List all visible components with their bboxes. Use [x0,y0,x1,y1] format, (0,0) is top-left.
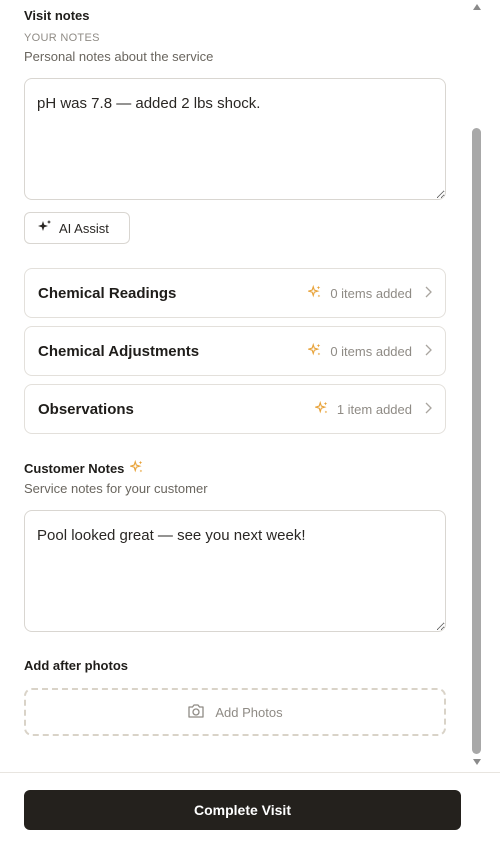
section-observations[interactable]: Observations 1 item added [24,384,446,434]
visit-notes-title: Visit notes [24,8,90,23]
your-notes-label: YOUR NOTES [24,32,100,44]
visit-notes-subtitle: Personal notes about the service [24,49,214,64]
customer-notes-title: Customer Notes [24,461,125,476]
section-count: 0 items added [330,343,412,359]
customer-notes-textarea[interactable] [24,510,446,632]
footer-bar: Complete Visit [0,772,500,845]
sparkle-icon [313,400,329,418]
section-label: Observations [38,400,134,418]
chevron-right-icon [424,343,432,359]
sparkle-icon [307,342,322,360]
scroll-content: Visit notes YOUR NOTES Personal notes ab… [0,0,470,772]
sparkle-icon [37,219,53,238]
camera-icon [187,703,205,722]
section-chemical-adjustments[interactable]: Chemical Adjustments 0 items added [24,326,446,376]
add-after-photos-title: Add after photos [24,658,128,673]
ai-assist-label: AI Assist [59,220,109,236]
scroll-down-arrow-icon[interactable] [473,759,481,765]
add-photos-button[interactable]: Add Photos [24,688,446,736]
complete-visit-button[interactable]: Complete Visit [24,790,461,830]
visit-notes-textarea[interactable] [24,78,446,200]
sparkle-icon [307,284,322,302]
sparkle-icon [129,459,144,477]
scroll-up-arrow-icon[interactable] [473,4,481,10]
add-photos-label: Add Photos [215,704,283,720]
customer-notes-subtitle: Service notes for your customer [24,481,208,496]
section-label: Chemical Adjustments [38,342,200,360]
chevron-right-icon [424,401,432,417]
scrollbar-thumb[interactable] [472,128,481,754]
chevron-right-icon [424,285,432,301]
ai-assist-button[interactable]: AI Assist [24,212,130,244]
section-count: 1 item added [336,401,412,417]
section-label: Chemical Readings [38,284,177,302]
section-count: 0 items added [330,285,412,301]
section-chemical-readings[interactable]: Chemical Readings 0 items added [24,268,446,318]
customer-notes-heading: Customer Notes [24,459,144,477]
